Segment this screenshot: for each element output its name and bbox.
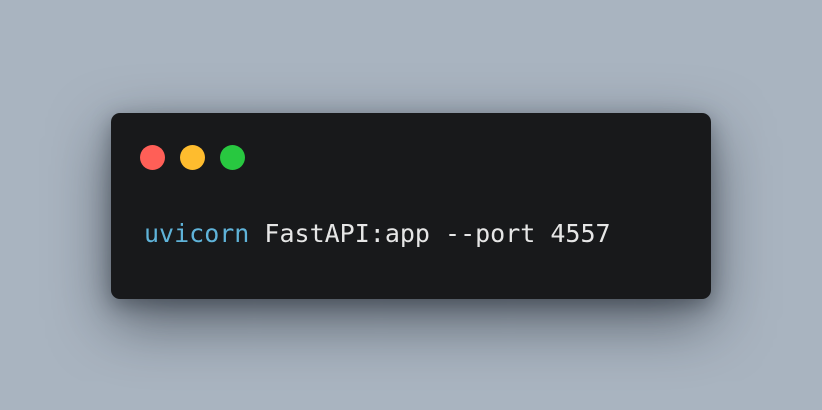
terminal-window: uvicorn FastAPI:app --port 4557 — [111, 113, 711, 299]
minimize-button[interactable] — [180, 145, 205, 170]
close-button[interactable] — [140, 145, 165, 170]
zoom-button[interactable] — [220, 145, 245, 170]
window-controls — [140, 145, 245, 170]
code-line: uvicorn FastAPI:app --port 4557 — [144, 217, 611, 251]
command-arguments: FastAPI:app --port 4557 — [249, 219, 611, 248]
command-keyword: uvicorn — [144, 219, 250, 248]
